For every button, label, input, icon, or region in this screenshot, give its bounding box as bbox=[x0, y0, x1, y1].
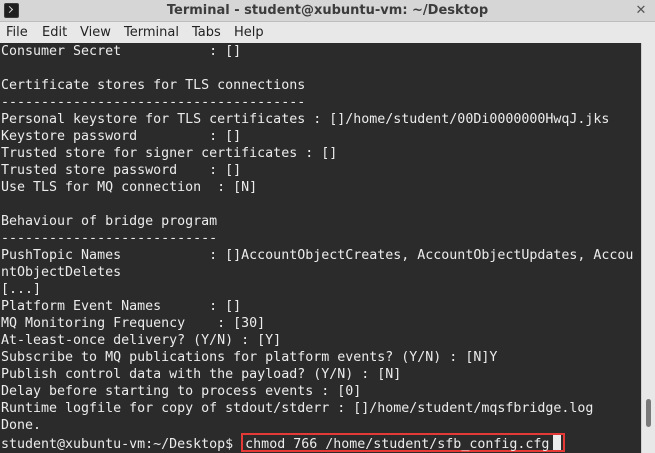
window-title: Terminal - student@xubuntu-vm: ~/Desktop bbox=[166, 3, 489, 18]
menu-file[interactable]: File bbox=[6, 25, 28, 40]
command-prompt-line[interactable]: student@xubuntu-vm:~/Desktop$ chmod 766 … bbox=[1, 433, 566, 452]
terminal-line: At-least-once delivery? (Y/N) : [Y] bbox=[1, 333, 282, 348]
menu-view[interactable]: View bbox=[80, 25, 111, 40]
terminal-line: ntObjectDeletes bbox=[1, 265, 122, 280]
terminal-line: Done. bbox=[1, 418, 42, 433]
terminal-line: Delay before starting to process events … bbox=[1, 384, 362, 399]
shell-prompt: student@xubuntu-vm:~/Desktop$ bbox=[1, 437, 242, 452]
terminal-output[interactable]: Consumer Secret : [] Certificate stores … bbox=[0, 43, 641, 453]
terminal-line: Certificate stores for TLS connections bbox=[1, 78, 306, 93]
menu-bar: File Edit View Terminal Tabs Help bbox=[0, 22, 655, 43]
terminal-line: Runtime logfile for copy of stdout/stder… bbox=[1, 401, 594, 416]
terminal-line: Keystore password : [] bbox=[1, 129, 242, 144]
terminal-line: [...] bbox=[1, 282, 42, 297]
text-cursor bbox=[553, 435, 562, 450]
terminal-line: Use TLS for MQ connection : [N] bbox=[1, 180, 258, 195]
menu-help[interactable]: Help bbox=[234, 25, 264, 40]
highlighted-command: chmod 766 /home/student/sfb_config.cfg bbox=[241, 433, 566, 452]
terminal-line: Publish control data with the payload? (… bbox=[1, 367, 402, 382]
terminal-line: Trusted store password : [] bbox=[1, 163, 242, 178]
scrollbar-thumb[interactable] bbox=[646, 399, 651, 427]
terminal-line: Behaviour of bridge program bbox=[1, 214, 218, 229]
terminal-line: Trusted store for signer certificates : … bbox=[1, 146, 338, 161]
menu-terminal[interactable]: Terminal bbox=[124, 25, 179, 40]
terminal-line: MQ Monitoring Frequency : [30] bbox=[1, 316, 266, 331]
menu-tabs[interactable]: Tabs bbox=[192, 25, 221, 40]
terminal-line: --------------------------- bbox=[1, 231, 218, 246]
terminal-line: PushTopic Names : []AccountObjectCreates… bbox=[1, 248, 634, 263]
terminal-line: Personal keystore for TLS certificates :… bbox=[1, 112, 610, 127]
terminal-line: -------------------------------------- bbox=[1, 95, 306, 110]
command-text: chmod 766 /home/student/sfb_config.cfg bbox=[245, 437, 550, 452]
close-window-button[interactable]: ✕ bbox=[633, 3, 649, 19]
vertical-scrollbar[interactable] bbox=[641, 43, 655, 453]
terminal-line: Subscribe to MQ publications for platfor… bbox=[1, 350, 498, 365]
menu-edit[interactable]: Edit bbox=[42, 25, 67, 40]
terminal-line: Platform Event Names : [] bbox=[1, 299, 242, 314]
title-bar: Terminal - student@xubuntu-vm: ~/Desktop… bbox=[0, 0, 655, 22]
terminal-line: Consumer Secret : [] bbox=[1, 44, 242, 59]
